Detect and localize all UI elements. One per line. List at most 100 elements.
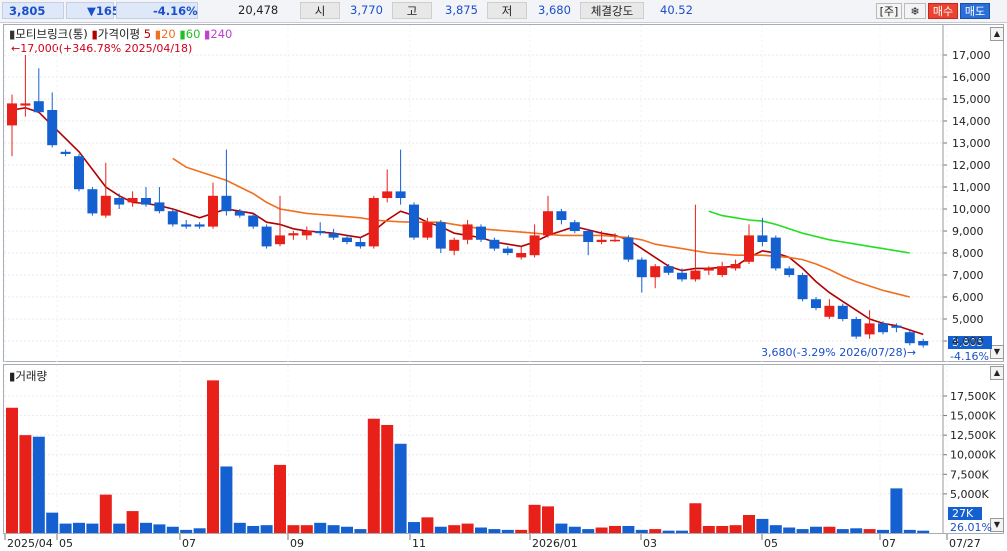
candle-body xyxy=(208,195,218,227)
candle-body xyxy=(154,202,165,212)
volume-bar xyxy=(890,488,903,533)
volume-bar xyxy=(555,523,568,533)
volume-bar xyxy=(823,526,836,533)
volume-bar xyxy=(501,529,514,533)
volume-bar xyxy=(676,530,688,533)
chart-axes: 17,000 16,000 15,000 14,000 13,000 12,000 11,0… xyxy=(4,25,996,550)
price-tick-label: 17,000 xyxy=(952,49,991,62)
volume-bar xyxy=(702,525,715,533)
volume-bar xyxy=(796,529,809,533)
candle-body xyxy=(395,191,406,198)
candle-body xyxy=(462,224,473,240)
candle-body xyxy=(368,198,379,247)
candle-body xyxy=(33,101,44,113)
candle-body xyxy=(435,222,446,249)
price-tick-label: 5,000 xyxy=(952,313,984,326)
candle-body xyxy=(60,151,71,154)
candle-body xyxy=(355,242,366,247)
x-tick-label: 05 xyxy=(764,537,778,550)
volume-bar xyxy=(166,526,179,533)
volume-bar xyxy=(367,418,380,533)
volume-bar xyxy=(582,529,595,533)
volume-bar xyxy=(287,525,300,533)
volume-bar xyxy=(568,526,581,533)
candle-body xyxy=(770,237,781,269)
volume-bar xyxy=(341,526,353,533)
candle-body xyxy=(114,198,125,205)
price-tick-label: 9,000 xyxy=(952,225,984,238)
volume-bar xyxy=(274,464,286,533)
candle-body xyxy=(342,237,352,242)
volume-bar xyxy=(461,523,474,533)
volume-bar xyxy=(314,522,327,533)
volume-bar xyxy=(729,525,742,533)
volume-bar xyxy=(6,407,18,533)
candle-body xyxy=(904,332,915,344)
volume-bar xyxy=(99,494,112,533)
candle-body xyxy=(275,235,285,245)
price-tick-label: 15,000 xyxy=(952,93,991,106)
candle-body xyxy=(569,222,580,231)
candle-body xyxy=(449,239,460,251)
price-tick-label: 13,000 xyxy=(952,137,991,150)
volume-bar xyxy=(220,466,233,533)
volume-tick-label: 7,500K xyxy=(950,468,989,481)
x-tick-label: 2026/01 xyxy=(532,537,578,550)
volume-tick-label: 17,500K xyxy=(950,390,996,403)
volume-bar xyxy=(850,528,863,533)
price-tick-label: 14,000 xyxy=(952,115,991,128)
candle-body xyxy=(851,319,862,337)
candle-body xyxy=(837,305,848,319)
candle-body xyxy=(529,235,540,256)
candle-body xyxy=(74,156,84,190)
candle-body xyxy=(744,235,754,262)
candle-body xyxy=(690,270,701,280)
candle-body xyxy=(234,211,245,216)
volume-bar xyxy=(180,529,193,533)
volume-bar xyxy=(140,522,152,533)
x-tick-label: 11 xyxy=(412,537,426,550)
candle-body xyxy=(194,224,205,227)
x-tick-label: 03 xyxy=(643,537,657,550)
volume-bar xyxy=(381,424,394,533)
candle-body xyxy=(141,198,151,205)
candle-body xyxy=(328,233,339,238)
candle-body xyxy=(610,239,620,242)
price-tick-label: 10,000 xyxy=(952,203,991,216)
price-tick-label: 11,000 xyxy=(952,181,991,194)
volume-bar xyxy=(448,525,461,533)
volume-bar xyxy=(743,514,755,533)
price-tick-label: 7,000 xyxy=(952,269,984,282)
volume-bar xyxy=(153,524,166,533)
candle-body xyxy=(797,275,808,300)
volume-bar xyxy=(260,525,273,533)
candle-body xyxy=(502,248,513,253)
volume-bar xyxy=(46,512,59,533)
candle-body xyxy=(824,305,835,317)
volume-bar xyxy=(769,525,782,533)
candle-body xyxy=(717,266,728,275)
volume-bar xyxy=(354,529,367,533)
volume-bar xyxy=(783,527,796,533)
candle-body xyxy=(891,325,902,328)
candle-body xyxy=(100,195,111,216)
candle-body xyxy=(409,204,419,238)
candle-body xyxy=(864,323,875,335)
volume-bar xyxy=(32,436,45,533)
price-chart[interactable]: 17,000 16,000 15,000 14,000 13,000 12,000 11,0… xyxy=(0,0,1007,551)
x-tick-label: 2025/04 xyxy=(7,537,53,550)
volume-bar xyxy=(421,517,434,533)
volume-bar xyxy=(59,523,72,533)
candle-body xyxy=(757,235,768,242)
candle-body xyxy=(127,198,138,203)
candle-body xyxy=(623,237,634,260)
volume-bar xyxy=(207,380,219,533)
candle-body xyxy=(703,268,714,271)
volume-bar xyxy=(73,522,85,533)
volume-bar xyxy=(903,529,916,533)
volume-bar xyxy=(836,529,849,533)
candle-body xyxy=(167,211,178,225)
volume-tick-label: 15,000K xyxy=(950,410,996,423)
volume-bar xyxy=(408,522,420,533)
volume-bar xyxy=(434,526,447,533)
